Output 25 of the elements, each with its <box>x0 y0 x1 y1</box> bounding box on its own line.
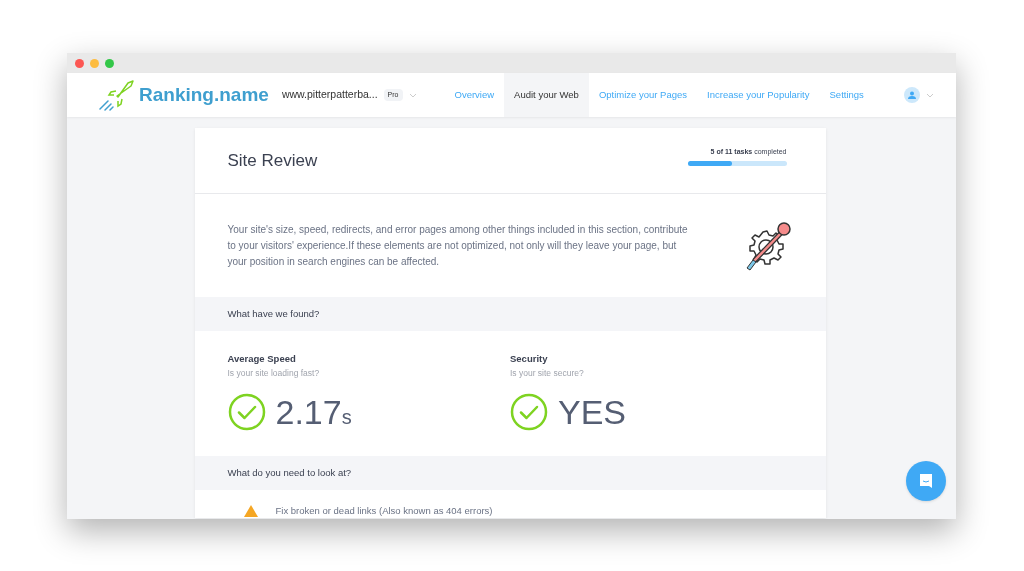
metric-value: YES <box>558 395 627 429</box>
card-title: Site Review <box>227 149 318 172</box>
nav-tab[interactable]: Optimize your Pages <box>588 73 698 117</box>
nav-tab[interactable]: Overview <box>444 73 505 117</box>
section-description: Your site's size, speed, redirects, and error pages among other things included in this section, contribute to your visitors' experience.If these elements are not optimized, not only will they leave your page, but your position in search engines can be affected. <box>227 222 689 269</box>
section-heading: What do you need to look at? <box>227 465 352 480</box>
chevron-down-icon[interactable] <box>925 92 934 98</box>
chat-button[interactable] <box>906 461 946 501</box>
metric-question: Is your site loading fast? <box>227 367 321 380</box>
metric-question: Is your site secure? <box>510 367 585 380</box>
metric-title: Security <box>510 352 549 366</box>
chat-icon <box>918 473 934 489</box>
rocket-logo-icon <box>98 79 136 111</box>
brand-name[interactable]: Ranking.name <box>139 80 269 110</box>
nav-tab[interactable]: Increase your Popularity <box>697 73 820 117</box>
nav-tab[interactable]: Audit your Web <box>504 73 589 117</box>
nav-tab[interactable]: Settings <box>819 73 874 117</box>
metric-value: 2.17s <box>275 395 352 429</box>
chevron-down-icon[interactable] <box>408 92 417 98</box>
task-item[interactable]: Fix broken or dead links (Also known as 404 errors) <box>275 504 493 519</box>
avatar-icon[interactable] <box>903 87 920 103</box>
warning-icon <box>243 505 258 518</box>
metric-title: Average Speed <box>227 352 297 366</box>
section-heading: What have we found? <box>227 306 320 321</box>
site-url[interactable]: www.pitterpatterba... <box>281 87 378 103</box>
